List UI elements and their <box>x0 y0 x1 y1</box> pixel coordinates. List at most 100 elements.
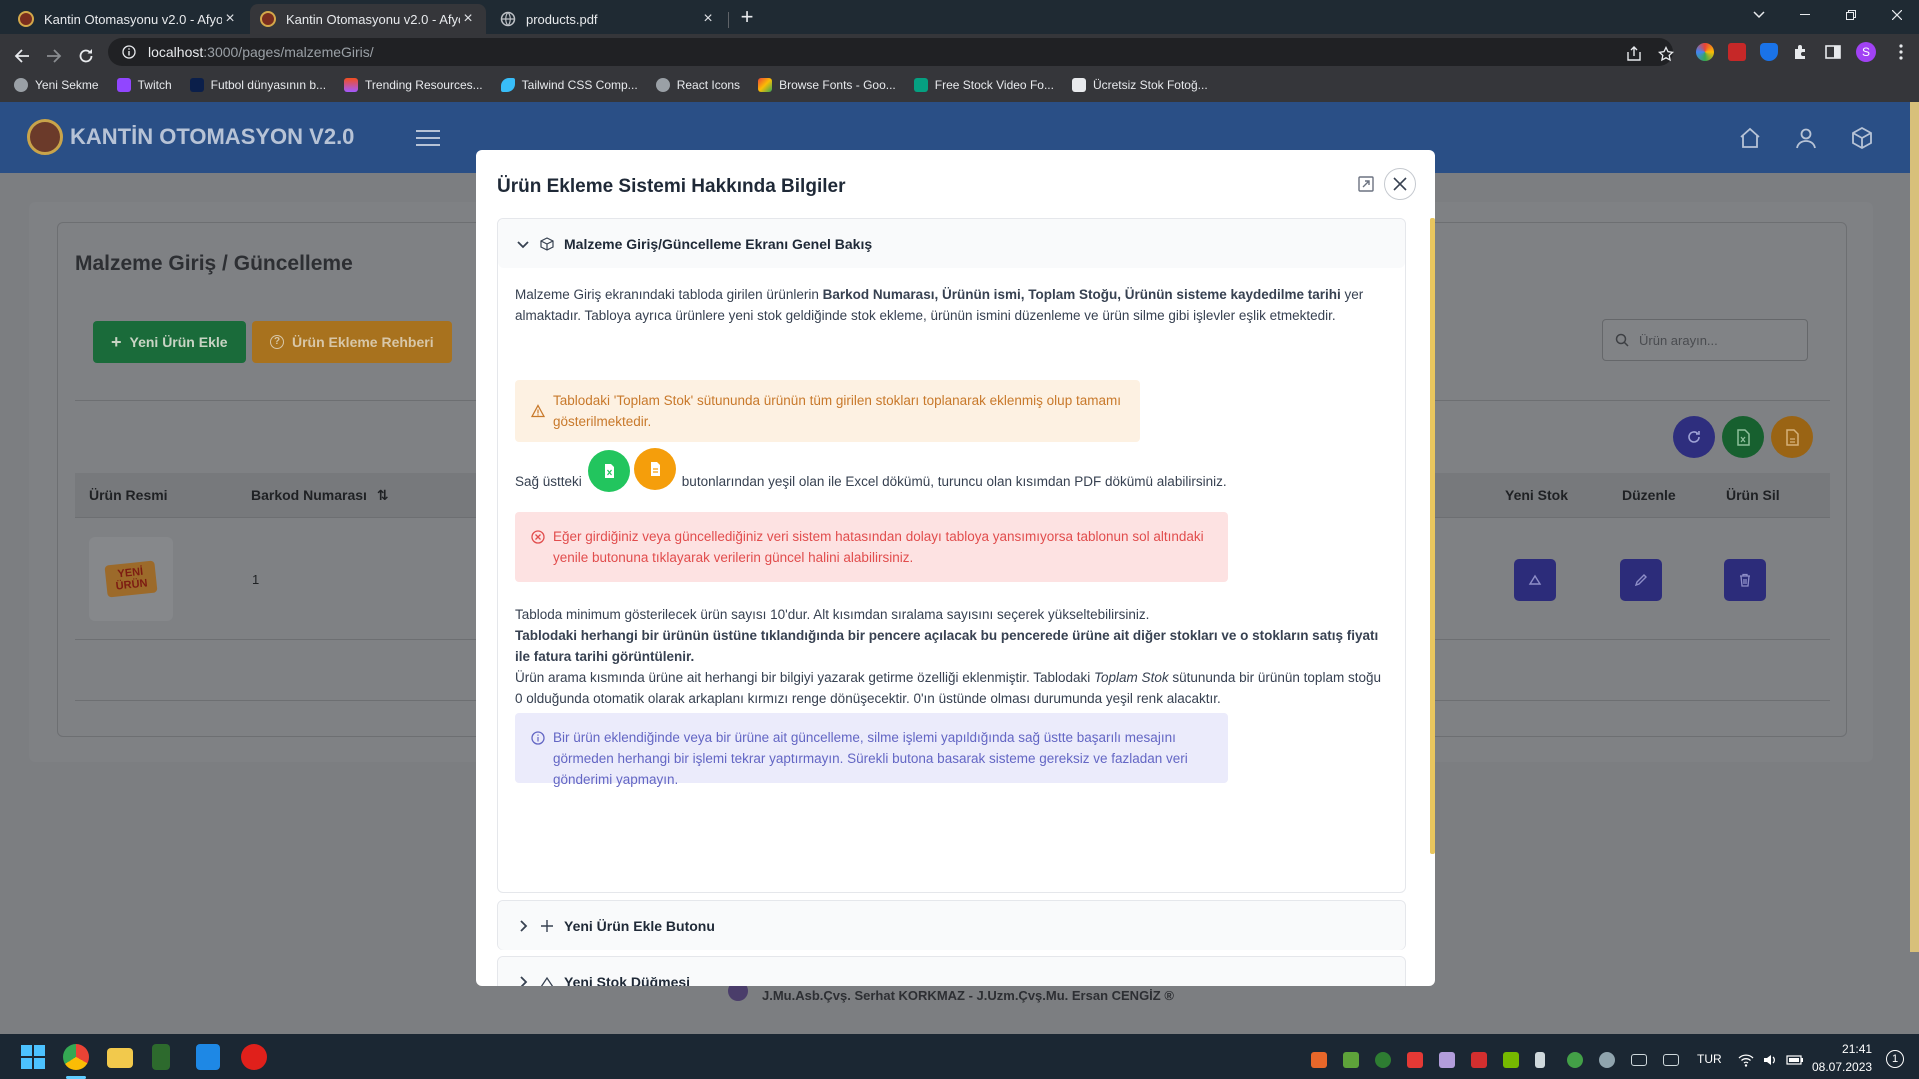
bookmark-item[interactable]: Browse Fonts - Goo... <box>758 78 896 92</box>
search-placeholder: Ürün arayın... <box>1639 332 1718 348</box>
new-stock-button[interactable] <box>1514 559 1556 601</box>
clock-date: 08.07.2023 <box>1812 1060 1873 1074</box>
new-product-button[interactable]: + Yeni Ürün Ekle <box>93 321 246 363</box>
steam-tray-icon[interactable] <box>1599 1052 1615 1068</box>
new-product-label: Yeni Ürün Ekle <box>129 334 228 350</box>
hamburger-menu-icon[interactable] <box>416 130 440 146</box>
minimize-button[interactable] <box>1782 0 1828 30</box>
bookmark-item[interactable]: Ücretsiz Stok Fotoğ... <box>1071 78 1208 92</box>
product-image: YENİ ÜRÜN <box>89 537 173 621</box>
bookmark-star-icon[interactable] <box>1652 40 1680 68</box>
accordion-title: Yeni Ürün Ekle Butonu <box>564 917 715 934</box>
battery-icon[interactable] <box>1786 1052 1803 1068</box>
notification-badge[interactable]: 1 <box>1886 1050 1904 1068</box>
delete-button[interactable] <box>1724 559 1766 601</box>
browser-tab-active[interactable]: Kantin Otomasyonu v2.0 - Afyon × <box>250 4 486 34</box>
vscode-icon[interactable] <box>196 1044 220 1070</box>
tray-app-icon[interactable] <box>1407 1052 1423 1068</box>
side-panel-icon[interactable] <box>1824 43 1842 61</box>
excel-export-button[interactable] <box>1722 416 1764 458</box>
wifi-icon[interactable] <box>1738 1052 1754 1068</box>
site-info-icon[interactable] <box>122 45 136 59</box>
bookmark-item[interactable]: React Icons <box>655 78 740 92</box>
box-icon <box>540 236 554 251</box>
pdf-export-button[interactable] <box>1771 416 1813 458</box>
pexels-icon <box>913 78 928 92</box>
edit-button[interactable] <box>1620 559 1662 601</box>
kantin-favicon-icon <box>18 11 34 27</box>
close-tab-icon[interactable]: × <box>460 10 476 27</box>
color-picker-extension-icon[interactable] <box>1696 43 1714 61</box>
usb-tray-icon[interactable] <box>1535 1052 1545 1068</box>
extensions-puzzle-icon[interactable] <box>1792 43 1810 61</box>
expand-icon[interactable] <box>1357 175 1375 193</box>
tray-app-icon[interactable] <box>1439 1052 1455 1068</box>
new-tab-button[interactable]: + <box>736 6 758 29</box>
shield-extension-icon[interactable] <box>1760 43 1778 61</box>
forward-button[interactable] <box>40 42 68 70</box>
tray-app-icon[interactable] <box>1471 1052 1487 1068</box>
chrome-taskbar-icon[interactable] <box>63 1044 89 1070</box>
tray-app-icon[interactable] <box>1375 1052 1391 1068</box>
tray-app-icon[interactable] <box>1343 1052 1359 1068</box>
display-icon[interactable] <box>1663 1054 1679 1066</box>
bookmark-item[interactable]: Free Stock Video Fo... <box>913 78 1054 92</box>
twitch-icon <box>116 78 131 92</box>
column-header-image: Ürün Resmi <box>89 487 168 503</box>
notepad-icon[interactable] <box>152 1044 170 1070</box>
question-icon: ? <box>270 335 284 349</box>
kantin-favicon-icon <box>260 11 276 27</box>
back-button[interactable] <box>8 42 36 70</box>
accordion-header-new-stock[interactable]: Yeni Stok Düğmesi <box>498 957 1405 986</box>
extension-red-icon[interactable] <box>1728 43 1746 61</box>
bookmark-item[interactable]: Futbol dünyasının b... <box>189 78 326 92</box>
profile-avatar[interactable]: S <box>1856 42 1876 62</box>
bookmark-item[interactable]: Yeni Sekme <box>14 78 99 92</box>
user-icon[interactable] <box>1794 126 1818 150</box>
file-explorer-icon[interactable] <box>107 1048 133 1068</box>
box-icon[interactable] <box>1850 126 1874 150</box>
product-search-input[interactable]: Ürün arayın... <box>1602 319 1808 361</box>
browser-menu-icon[interactable] <box>1892 43 1910 61</box>
browser-tab[interactable]: products.pdf × <box>490 4 726 34</box>
tab-search-button[interactable] <box>1736 0 1782 30</box>
bookmark-item[interactable]: Tailwind CSS Comp... <box>500 78 638 92</box>
browser-tab[interactable]: Kantin Otomasyonu v2.0 - Afyon × <box>8 4 248 34</box>
system-clock[interactable]: 21:41 08.07.2023 <box>1812 1040 1872 1076</box>
app-brand: KANTİN OTOMASYON V2.0 <box>70 124 355 149</box>
app-logo <box>27 119 63 155</box>
close-tab-icon[interactable]: × <box>222 10 238 27</box>
bookmarks-bar: Yeni Sekme Twitch Futbol dünyasının b...… <box>14 74 1226 96</box>
accordion-header-new-product[interactable]: Yeni Ürün Ekle Butonu <box>498 901 1405 950</box>
address-bar[interactable]: localhost:3000/pages/malzemeGiris/ <box>108 38 1673 66</box>
modal-close-button[interactable] <box>1384 168 1416 200</box>
accordion-header-overview[interactable]: Malzeme Giriş/Güncelleme Ekranı Genel Ba… <box>498 219 1405 268</box>
opera-icon[interactable] <box>241 1044 267 1070</box>
modal-scrollbar[interactable] <box>1430 218 1435 854</box>
footer-credits: J.Mu.Asb.Çvş. Serhat KORKMAZ - J.Uzm.Çvş… <box>762 988 1174 1003</box>
language-indicator[interactable]: TUR <box>1697 1052 1722 1066</box>
sort-arrows-icon[interactable]: ⇅ <box>377 487 389 503</box>
error-circle-icon <box>531 530 545 544</box>
close-tab-icon[interactable]: × <box>700 10 716 27</box>
share-icon[interactable] <box>1620 40 1648 68</box>
globe-icon <box>500 11 516 27</box>
excel-example-button <box>587 450 630 492</box>
guide-button[interactable]: ? Ürün Ekleme Rehberi <box>252 321 452 363</box>
volume-icon[interactable] <box>1762 1052 1778 1068</box>
reload-button[interactable] <box>72 42 100 70</box>
refresh-button[interactable] <box>1673 416 1715 458</box>
home-icon[interactable] <box>1738 126 1762 150</box>
page-scrollbar[interactable] <box>1910 102 1919 952</box>
keyboard-icon[interactable] <box>1631 1054 1647 1066</box>
windows-start-icon[interactable] <box>20 1044 46 1070</box>
tray-app-icon[interactable] <box>1567 1052 1583 1068</box>
restore-button[interactable] <box>1828 0 1874 30</box>
nvidia-tray-icon[interactable] <box>1503 1052 1519 1068</box>
close-icon <box>1393 177 1407 191</box>
close-window-button[interactable] <box>1874 0 1919 30</box>
column-header-barcode[interactable]: Barkod Numarası ⇅ <box>251 487 389 504</box>
bookmark-item[interactable]: Twitch <box>116 78 172 92</box>
bookmark-item[interactable]: Trending Resources... <box>344 78 483 92</box>
tray-app-icon[interactable] <box>1311 1052 1327 1068</box>
